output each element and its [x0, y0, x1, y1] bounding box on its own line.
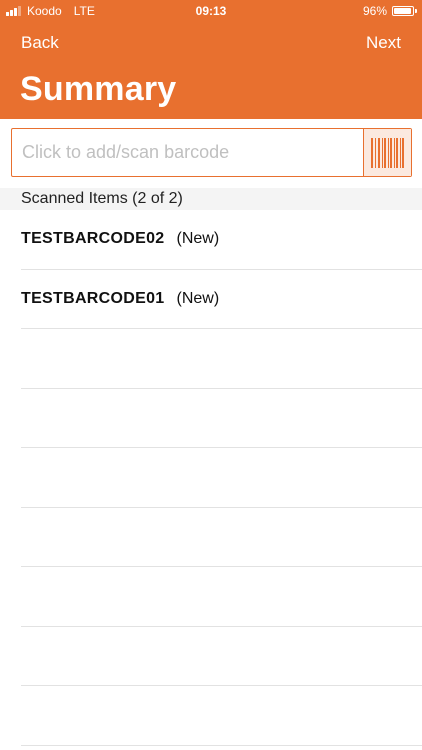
item-status: (New)	[176, 289, 220, 307]
barcode-input-row	[11, 128, 412, 177]
status-time: 09:13	[195, 4, 227, 18]
item-code: TESTBARCODE01	[21, 289, 165, 307]
back-button[interactable]: Back	[21, 33, 59, 53]
empty-row	[21, 329, 422, 389]
empty-row	[21, 567, 422, 627]
scanned-items-list: TESTBARCODE02 (New) TESTBARCODE01 (New)	[0, 210, 422, 746]
battery-percentage: 96%	[362, 4, 387, 18]
list-item[interactable]: TESTBARCODE02 (New)	[21, 210, 422, 270]
status-right: 96%	[362, 4, 417, 18]
empty-row	[21, 508, 422, 567]
empty-row	[21, 448, 422, 508]
barcode-icon	[370, 137, 404, 168]
header: Koodo LTE 09:13 96% Back Next Summary	[0, 0, 422, 119]
scan-barcode-button[interactable]	[363, 129, 411, 176]
barcode-input[interactable]	[12, 129, 363, 176]
item-status: (New)	[176, 230, 220, 248]
app-root: Koodo LTE 09:13 96% Back Next Summary Cl…	[0, 0, 422, 750]
next-button[interactable]: Next	[366, 33, 401, 53]
battery-icon	[392, 6, 417, 16]
status-bar: Koodo LTE 09:13 96%	[0, 0, 422, 22]
list-item[interactable]: TESTBARCODE01 (New)	[21, 270, 422, 329]
item-code: TESTBARCODE02	[21, 230, 165, 248]
section-header: Scanned Items (2 of 2)	[0, 188, 422, 210]
empty-row	[21, 389, 422, 448]
page-title: Summary	[20, 70, 177, 108]
empty-row	[21, 627, 422, 686]
empty-row	[21, 686, 422, 746]
